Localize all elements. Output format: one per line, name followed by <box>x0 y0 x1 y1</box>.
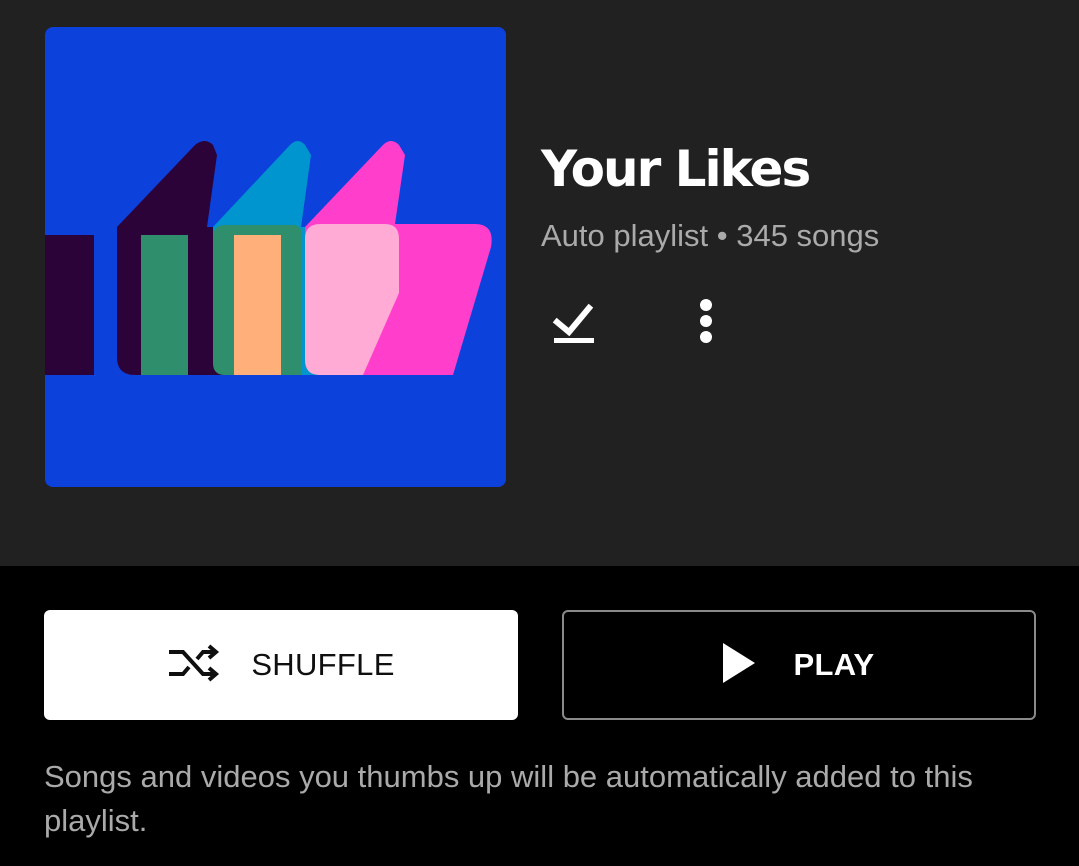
play-icon <box>723 642 756 688</box>
shuffle-button[interactable]: SHUFFLE <box>44 610 518 720</box>
shuffle-label: SHUFFLE <box>251 647 395 682</box>
playlist-title: Your Likes <box>541 140 811 198</box>
more-options-button[interactable] <box>674 291 738 355</box>
playlist-description: Songs and videos you thumbs up will be a… <box>44 759 973 838</box>
shuffle-icon <box>167 643 223 688</box>
playlist-header: Your Likes Auto playlist • 345 songs <box>0 0 1079 566</box>
play-label: PLAY <box>793 647 875 682</box>
more-vert-icon <box>698 298 714 349</box>
playlist-cover-art <box>45 27 506 487</box>
playlist-subtitle: Auto playlist • 345 songs <box>541 218 880 253</box>
download-done-icon <box>551 298 597 349</box>
play-button[interactable]: PLAY <box>562 610 1036 720</box>
download-button[interactable] <box>542 291 606 355</box>
